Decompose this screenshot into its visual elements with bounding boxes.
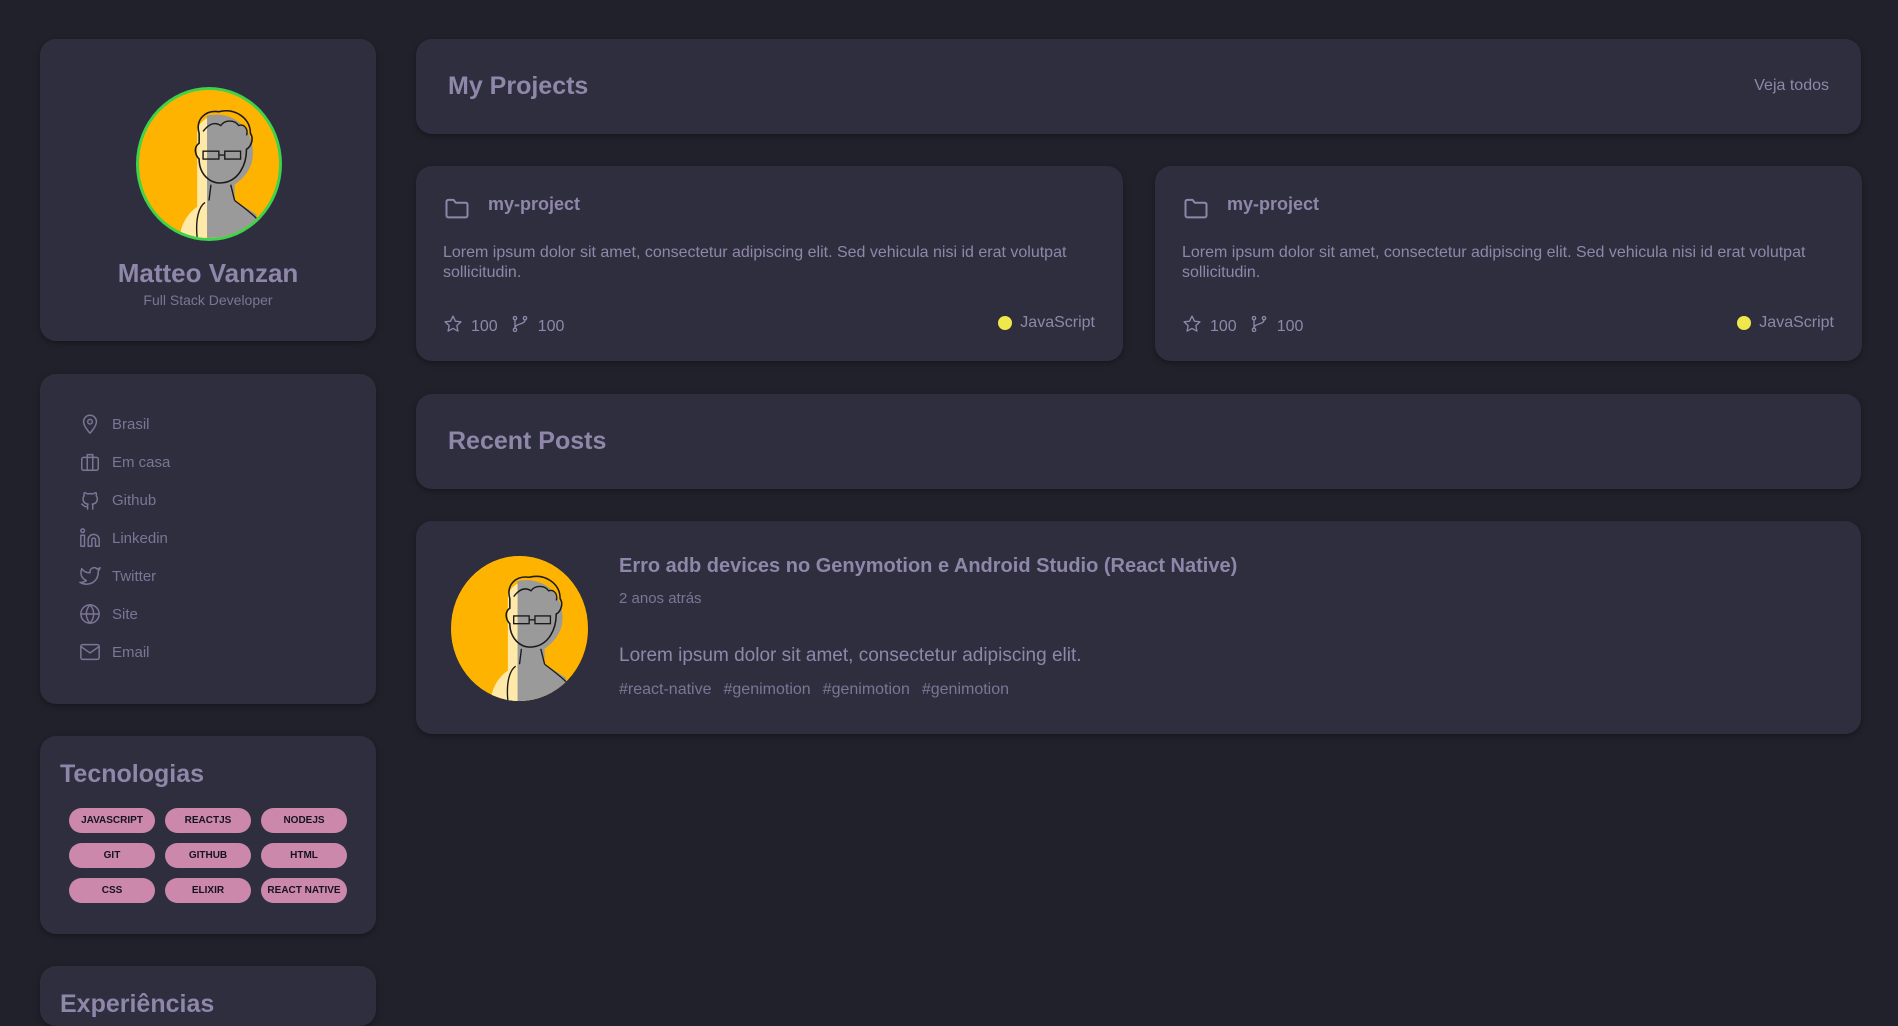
language-dot <box>1737 316 1752 330</box>
post-tag[interactable]: #genimotion <box>724 681 811 699</box>
post-excerpt: Lorem ipsum dolor sit amet, consectetur … <box>619 645 1082 666</box>
star-count: 100 <box>471 317 498 335</box>
tech-tag: JAVASCRIPT <box>69 808 155 833</box>
star-count: 100 <box>1210 317 1237 335</box>
project-card[interactable]: my-project Lorem ipsum dolor sit amet, c… <box>1155 166 1862 361</box>
github-icon <box>78 488 102 512</box>
experience-title: Experiências <box>60 990 215 1018</box>
fork-count: 100 <box>1276 317 1304 335</box>
star-icon <box>1182 314 1202 339</box>
link-label: Linkedin <box>112 529 168 547</box>
post-tag[interactable]: #genimotion <box>922 681 1009 699</box>
projects-header: My Projects Veja todos <box>416 39 1861 134</box>
post-avatar <box>451 556 588 701</box>
link-github[interactable]: Github <box>78 486 156 514</box>
star-icon <box>443 314 463 339</box>
project-language: JavaScript <box>998 314 1095 332</box>
link-email[interactable]: Email <box>78 638 150 666</box>
project-language: JavaScript <box>1737 314 1834 332</box>
language-label: JavaScript <box>1759 314 1834 331</box>
post-card[interactable]: Erro adb devices no Genymotion e Android… <box>416 521 1861 734</box>
posts-header: Recent Posts <box>416 394 1861 489</box>
projects-title: My Projects <box>448 72 589 100</box>
tech-tag: GIT <box>69 843 155 868</box>
see-all-link[interactable]: Veja todos <box>1754 77 1829 95</box>
link-location[interactable]: Brasil <box>78 410 150 438</box>
post-date: 2 anos atrás <box>619 590 702 607</box>
language-label: JavaScript <box>1020 314 1095 331</box>
tech-tag: ELIXIR <box>165 878 251 903</box>
mail-icon <box>78 640 102 664</box>
link-label: Em casa <box>112 453 171 471</box>
links-card: Brasil Em casa Github Linkedin Twitter S… <box>40 374 376 704</box>
fork-icon <box>510 314 530 339</box>
tech-tag: HTML <box>261 843 347 868</box>
avatar <box>136 87 282 241</box>
link-site[interactable]: Site <box>78 600 138 628</box>
posts-title: Recent Posts <box>448 427 607 455</box>
globe-icon <box>78 602 102 626</box>
project-card[interactable]: my-project Lorem ipsum dolor sit amet, c… <box>416 166 1123 361</box>
link-work[interactable]: Em casa <box>78 448 170 476</box>
tech-title: Tecnologias <box>60 760 205 788</box>
project-description: Lorem ipsum dolor sit amet, consectetur … <box>1182 244 1806 281</box>
link-twitter[interactable]: Twitter <box>78 562 156 590</box>
language-dot <box>998 316 1013 330</box>
project-name[interactable]: my-project <box>1227 194 1319 215</box>
experience-card: Experiências <box>40 966 376 1026</box>
project-name[interactable]: my-project <box>488 194 580 215</box>
tech-tag: REACT NATIVE <box>261 878 347 903</box>
post-tag[interactable]: #genimotion <box>823 681 910 699</box>
twitter-icon <box>78 564 102 588</box>
link-label: Brasil <box>112 415 150 433</box>
link-label: Email <box>112 643 150 661</box>
tech-tag: CSS <box>69 878 155 903</box>
tech-card: Tecnologias JAVASCRIPT REACTJS NODEJS GI… <box>40 736 376 934</box>
map-pin-icon <box>78 412 102 436</box>
profile-name: Matteo Vanzan <box>117 258 299 288</box>
folder-icon <box>1182 194 1210 222</box>
project-stats: 100 100 <box>1182 314 1315 339</box>
tech-tag-list: JAVASCRIPT REACTJS NODEJS GIT GITHUB HTM… <box>69 808 348 903</box>
briefcase-icon <box>78 450 102 474</box>
tech-tag: NODEJS <box>261 808 347 833</box>
project-stats: 100 100 <box>443 314 576 339</box>
tech-tag: REACTJS <box>165 808 251 833</box>
post-tags: #react-native #genimotion #genimotion #g… <box>619 681 1009 699</box>
tech-tag: GITHUB <box>165 843 251 868</box>
post-title[interactable]: Erro adb devices no Genymotion e Android… <box>619 555 1237 578</box>
fork-icon <box>1249 314 1269 339</box>
link-linkedin[interactable]: Linkedin <box>78 524 168 552</box>
profile-card: Matteo Vanzan Full Stack Developer <box>40 39 376 341</box>
link-label: Twitter <box>112 567 157 585</box>
folder-icon <box>443 194 471 222</box>
fork-count: 100 <box>537 317 565 335</box>
project-description: Lorem ipsum dolor sit amet, consectetur … <box>443 244 1067 281</box>
profile-role: Full Stack Developer <box>143 292 273 308</box>
post-tag[interactable]: #react-native <box>619 681 712 699</box>
link-label: Site <box>112 605 138 623</box>
linkedin-icon <box>78 526 102 550</box>
link-label: Github <box>112 491 157 509</box>
